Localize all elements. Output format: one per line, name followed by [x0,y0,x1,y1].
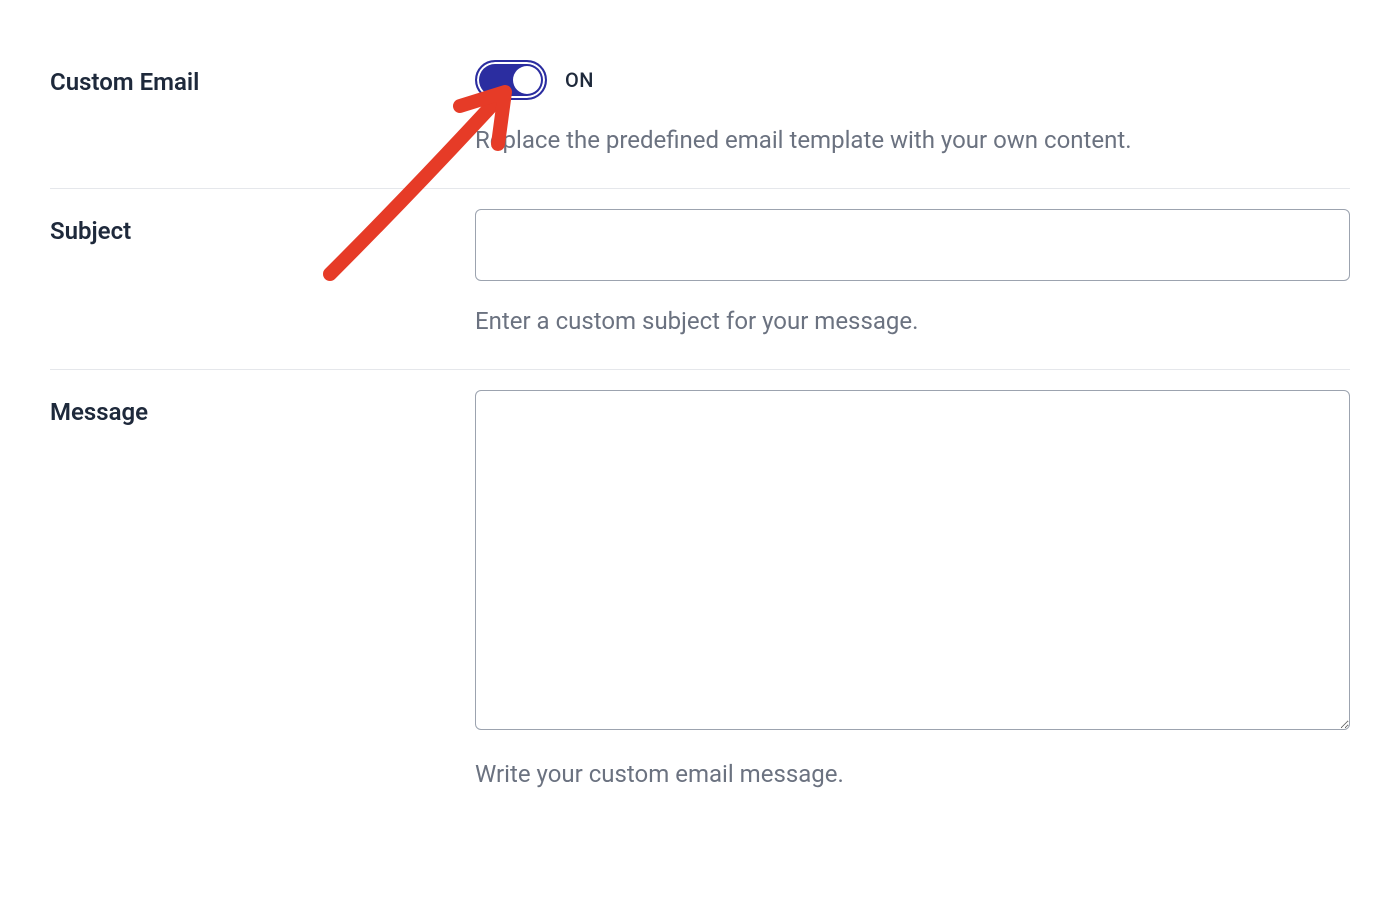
custom-email-toggle[interactable] [475,60,547,100]
custom-email-help: Replace the predefined email template wi… [475,122,1350,158]
message-label: Message [50,398,475,426]
label-col: Subject [50,209,475,245]
row-message: Message Write your custom email message. [50,370,1350,822]
toggle-knob-icon [513,66,541,94]
control-col: Write your custom email message. [475,390,1350,792]
message-textarea[interactable] [475,390,1350,730]
subject-input[interactable] [475,209,1350,281]
subject-help: Enter a custom subject for your message. [475,303,1350,339]
toggle-state-label: ON [565,68,594,92]
subject-label: Subject [50,217,475,245]
custom-email-label: Custom Email [50,68,475,96]
control-col: ON Replace the predefined email template… [475,60,1350,158]
row-custom-email: Custom Email ON Replace the predefined e… [50,40,1350,189]
control-col: Enter a custom subject for your message. [475,209,1350,339]
label-col: Custom Email [50,60,475,96]
toggle-line: ON [475,60,1350,100]
email-settings-form: Custom Email ON Replace the predefined e… [50,40,1350,822]
row-subject: Subject Enter a custom subject for your … [50,189,1350,370]
label-col: Message [50,390,475,426]
message-help: Write your custom email message. [475,756,1350,792]
